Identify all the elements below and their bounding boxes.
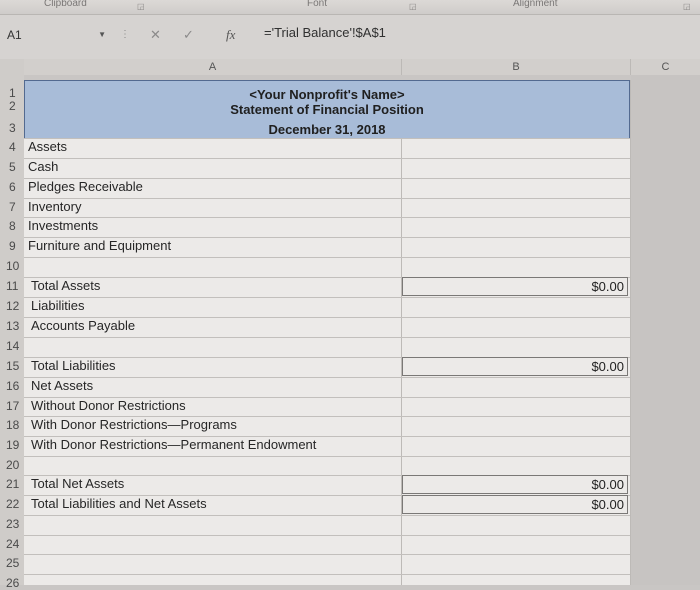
clipboard-launcher-icon[interactable]: ◲ [137,2,146,11]
row-gridline [24,535,630,536]
row-label[interactable]: Accounts Payable [31,318,135,333]
cancel-icon[interactable]: ✕ [150,27,161,43]
row-number[interactable]: 14 [6,339,19,353]
row-label[interactable]: Investments [28,218,98,233]
row-label[interactable]: Net Assets [31,378,93,393]
select-all-corner[interactable] [0,59,25,75]
ribbon-group-font: Font [307,0,328,9]
row-label[interactable]: Total Liabilities and Net Assets [31,496,207,511]
row-number[interactable]: 22 [6,497,19,511]
ribbon-group-alignment: Alignment [513,0,558,9]
font-launcher-icon[interactable]: ◲ [409,2,418,11]
row-number[interactable]: 19 [6,438,19,452]
row-number[interactable]: 13 [6,319,19,333]
org-name: <Your Nonprofit's Name> [249,87,405,102]
row-label[interactable]: Pledges Receivable [28,179,143,194]
row-gridline [24,515,630,516]
row-gridline [24,138,630,139]
row-number[interactable]: 17 [6,399,19,413]
row-number[interactable]: 12 [6,299,19,313]
enter-icon[interactable]: ✓ [183,27,194,43]
row-label[interactable]: Assets [28,139,67,154]
row-number[interactable]: 21 [6,477,19,491]
row-label[interactable]: With Donor Restrictions—Permanent Endowm… [31,437,316,452]
ribbon: Clipboard ◲ Font ◲ Alignment ◲ [0,0,700,15]
name-box[interactable]: A1 ▼ [3,25,112,45]
row-gridline [24,257,630,258]
row-number[interactable]: 10 [6,259,19,273]
row-number[interactable]: 4 [9,140,16,154]
row-number[interactable]: 9 [9,239,16,253]
row-number[interactable]: 6 [9,180,16,194]
row-number[interactable]: 5 [9,160,16,174]
row-number[interactable]: 8 [9,219,16,233]
row-gridline [24,217,630,218]
row-number[interactable]: 25 [6,556,19,570]
row-number[interactable]: 24 [6,537,19,551]
row-number[interactable]: 1 [9,86,16,100]
row-label[interactable]: Furniture and Equipment [28,238,171,253]
total-value-cell[interactable]: $0.00 [402,475,628,494]
row-label[interactable]: Without Donor Restrictions [31,398,186,413]
row-number[interactable]: 16 [6,379,19,393]
row-number[interactable]: 20 [6,458,19,472]
row-label[interactable]: Liabilities [31,298,84,313]
column-divider [630,80,631,585]
row-number[interactable]: 26 [6,576,19,590]
row-label[interactable]: Inventory [28,199,81,214]
row-number[interactable]: 18 [6,418,19,432]
alignment-launcher-icon[interactable]: ◲ [683,2,692,11]
row-number[interactable]: 11 [6,279,18,293]
statement-date: December 31, 2018 [268,122,386,137]
total-value-cell[interactable]: $0.00 [402,357,628,376]
row-gridline [24,337,630,338]
formula-input[interactable]: ='Trial Balance'!$A$1 [264,25,386,40]
row-label[interactable]: Total Net Assets [31,476,124,491]
row-gridline [24,297,630,298]
row-number[interactable]: 2 [9,99,16,113]
row-label[interactable]: Total Liabilities [31,358,116,373]
row-gridline [24,158,630,159]
chevron-down-icon[interactable]: ▼ [98,25,106,45]
row-number[interactable]: 23 [6,517,19,531]
row-gridline [24,198,630,199]
total-value-cell[interactable]: $0.00 [402,495,628,514]
total-value-cell[interactable]: $0.00 [402,277,628,296]
row-gridline [24,377,630,378]
row-label[interactable]: Cash [28,159,58,174]
row-label[interactable]: With Donor Restrictions—Programs [31,417,237,432]
column-header-c[interactable]: C [631,59,700,75]
insert-function-icon[interactable]: fx [226,27,235,43]
column-header-b[interactable]: B [402,59,631,75]
statement-title: Statement of Financial Position [230,102,424,117]
name-box-value: A1 [7,28,22,42]
row-number[interactable]: 3 [9,121,16,135]
row-gridline [24,574,630,575]
column-c-area[interactable] [631,75,700,585]
row-number[interactable]: 7 [9,200,16,214]
row-gridline [24,554,630,555]
row-label[interactable]: Total Assets [31,278,100,293]
column-header-a[interactable]: A [24,59,402,75]
ribbon-group-clipboard: Clipboard [44,0,87,9]
row-number[interactable]: 15 [6,359,19,373]
separator-dots-icon: ⋮ [120,29,130,40]
row-gridline [24,456,630,457]
